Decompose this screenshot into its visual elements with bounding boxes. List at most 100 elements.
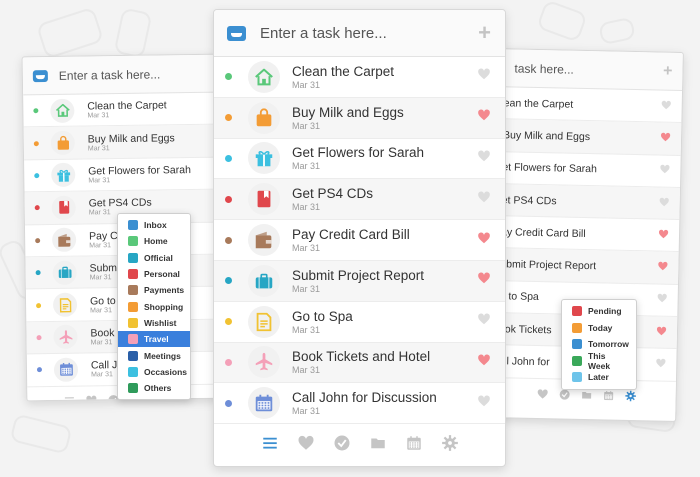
task-icon-badge: [248, 183, 280, 216]
folder-tab-button[interactable]: [369, 434, 387, 452]
favorite-heart-icon[interactable]: [661, 97, 672, 115]
task-input[interactable]: Enter a task here...: [260, 25, 478, 42]
menu-item-pending[interactable]: Pending: [562, 303, 636, 320]
task-row[interactable]: Get PS4 CDs Mar 31: [214, 179, 505, 221]
task-title: ubmit Project Report: [500, 258, 597, 273]
task-row[interactable]: ay Credit Card Bill: [490, 216, 680, 253]
task-title: et PS4 CDs: [501, 193, 557, 207]
task-row[interactable]: ean the Carpet: [493, 87, 683, 124]
list-tab-button[interactable]: [63, 394, 75, 402]
calendar-icon: [406, 436, 421, 450]
main-app-window: Enter a task here... + Clean the Carpet M…: [213, 9, 506, 467]
menu-item-home[interactable]: Home: [118, 233, 190, 249]
heart-tab-button[interactable]: [297, 434, 315, 452]
favorite-heart-icon[interactable]: [656, 323, 667, 341]
task-title: Pay Credit Card Bill: [292, 227, 410, 243]
task-row[interactable]: Get Flowers for Sarah Mar 31: [24, 157, 219, 193]
menu-item-inbox[interactable]: Inbox: [118, 217, 190, 233]
task-date: Mar 31: [292, 161, 321, 172]
menu-item-travel[interactable]: Travel: [118, 331, 190, 348]
gear-tab-button[interactable]: [441, 434, 459, 452]
menu-item-official[interactable]: Official: [118, 250, 190, 266]
note-icon: [256, 312, 272, 331]
list-tab-button[interactable]: [261, 434, 279, 452]
menu-item-label: Official: [144, 252, 173, 263]
menu-item-meetings[interactable]: Meetings: [118, 347, 190, 363]
favorite-heart-icon[interactable]: [477, 190, 491, 209]
gear-tab-button[interactable]: [625, 390, 637, 402]
menu-item-wishlist[interactable]: Wishlist: [118, 315, 190, 331]
favorite-heart-icon[interactable]: [655, 356, 666, 374]
task-text: et Flowers for Sarah: [502, 161, 659, 176]
book-icon: [58, 201, 69, 215]
favorite-heart-icon[interactable]: [477, 312, 491, 331]
task-row[interactable]: ubmit Project Report: [490, 248, 679, 285]
heart-icon: [658, 229, 669, 239]
favorite-heart-icon[interactable]: [657, 259, 668, 277]
favorite-heart-icon[interactable]: [656, 291, 667, 309]
menu-item-label: This Week: [588, 350, 611, 371]
task-row[interactable]: Book Tickets and Hotel Mar 31: [214, 342, 505, 384]
task-text: Submit Project Report Mar 31: [292, 268, 477, 294]
check-icon: [559, 389, 570, 400]
favorite-heart-icon[interactable]: [477, 108, 491, 127]
task-entry-bar: Enter a task here... +: [214, 10, 505, 57]
favorite-heart-icon[interactable]: [658, 194, 669, 212]
menu-item-this-week[interactable]: This Week: [562, 350, 636, 371]
task-row[interactable]: Clean the Carpet Mar 31: [214, 57, 505, 98]
menu-item-later[interactable]: Later: [562, 369, 636, 386]
menu-item-shopping[interactable]: Shopping: [118, 298, 190, 314]
heart-icon: [658, 261, 668, 271]
task-text: Clean the Carpet Mar 31: [292, 64, 477, 90]
task-row[interactable]: Clean the Carpet Mar 31: [23, 92, 218, 128]
add-task-button[interactable]: +: [663, 62, 673, 80]
task-input[interactable]: Enter a task here...: [59, 66, 207, 82]
task-date: Mar 31: [292, 406, 321, 417]
footer-toolbar: [214, 424, 505, 463]
folder-tab-button[interactable]: [581, 389, 593, 401]
task-icon-badge: [248, 224, 280, 257]
favorite-heart-icon[interactable]: [477, 353, 491, 372]
menu-item-others[interactable]: Others: [118, 380, 190, 396]
task-icon-badge: [52, 292, 78, 317]
calendar-tab-button[interactable]: [405, 434, 423, 452]
airplane-icon: [255, 353, 273, 371]
heart-icon: [661, 100, 671, 109]
favorite-heart-icon[interactable]: [477, 149, 491, 168]
task-row[interactable]: Buy Milk and Eggs Mar 31: [23, 125, 219, 161]
check-tab-button[interactable]: [333, 434, 351, 452]
add-task-button[interactable]: +: [478, 20, 491, 46]
task-row[interactable]: Get Flowers for Sarah Mar 31: [214, 139, 505, 180]
menu-item-occasions[interactable]: Occasions: [118, 364, 190, 380]
task-row[interactable]: Go to Spa Mar 31: [214, 302, 505, 343]
favorite-heart-icon[interactable]: [477, 231, 491, 250]
check-tab-button[interactable]: [559, 388, 571, 400]
task-icon-badge: [248, 101, 280, 134]
heart-tab-button[interactable]: [85, 394, 97, 402]
gift-icon: [255, 151, 273, 167]
task-icon-badge: [248, 346, 280, 379]
menu-item-today[interactable]: Today: [562, 320, 636, 337]
task-row[interactable]: et Flowers for Sarah: [492, 151, 681, 188]
menu-item-label: Later: [588, 372, 609, 383]
menu-item-payments[interactable]: Payments: [118, 282, 190, 298]
task-row[interactable]: Pay Credit Card Bill Mar 31: [214, 220, 505, 261]
favorite-heart-icon[interactable]: [659, 162, 670, 180]
wallet-icon: [57, 233, 70, 247]
task-text: ubmit Project Report: [500, 258, 657, 273]
menu-item-personal[interactable]: Personal: [118, 266, 190, 282]
favorite-heart-icon[interactable]: [477, 394, 491, 413]
favorite-heart-icon[interactable]: [660, 129, 671, 147]
heart-tab-button[interactable]: [537, 388, 549, 400]
task-row[interactable]: Submit Project Report Mar 31: [214, 260, 505, 302]
task-input[interactable]: task here...: [514, 61, 663, 78]
folder-menu: Inbox Home Official Personal Payments Shoppin…: [117, 213, 191, 401]
task-row[interactable]: Call John for Discussion Mar 31: [214, 383, 505, 425]
calendar-tab-button[interactable]: [603, 389, 615, 401]
favorite-heart-icon[interactable]: [477, 271, 491, 290]
task-row[interactable]: Buy Milk and Eggs Mar 31: [214, 97, 505, 139]
favorite-heart-icon[interactable]: [658, 226, 669, 244]
task-row[interactable]: et PS4 CDs: [491, 183, 681, 221]
task-row[interactable]: Buy Milk and Eggs: [492, 119, 682, 156]
favorite-heart-icon[interactable]: [477, 67, 491, 86]
